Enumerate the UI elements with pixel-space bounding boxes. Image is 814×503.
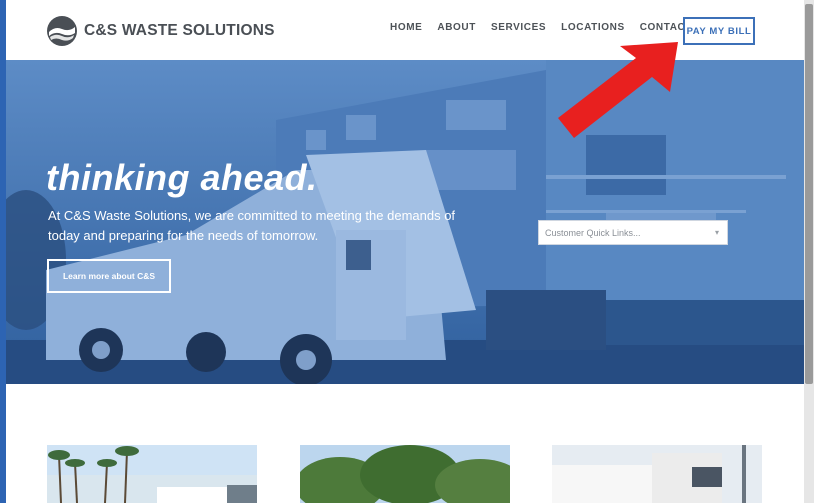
brand-name: C&S WASTE SOLUTIONS — [84, 22, 275, 39]
customer-quick-links-select[interactable]: Customer Quick Links... ▾ — [538, 220, 728, 245]
garbage-truck-photo — [552, 445, 762, 503]
chevron-down-icon: ▾ — [714, 228, 719, 237]
hero-description: At C&S Waste Solutions, we are committed… — [48, 208, 456, 243]
mountain-waves-icon — [47, 16, 77, 46]
hero-title: thinking ahead. — [46, 157, 318, 198]
page-scrollbar[interactable] — [804, 0, 814, 503]
nav-locations[interactable]: LOCATIONS — [561, 22, 625, 33]
learn-more-button[interactable]: Learn more about C&S — [47, 259, 171, 293]
nav-about[interactable]: ABOUT — [437, 22, 476, 33]
nav-services[interactable]: SERVICES — [491, 22, 546, 33]
scrollbar-thumb[interactable] — [805, 4, 813, 384]
card-image-2[interactable] — [300, 445, 510, 503]
card-image-1[interactable] — [47, 445, 257, 503]
card-image-3[interactable] — [552, 445, 762, 503]
quick-links-placeholder: Customer Quick Links... — [545, 227, 641, 238]
red-arrow-annotation — [558, 42, 678, 138]
brand-logo[interactable]: C&S WASTE SOLUTIONS — [46, 15, 275, 47]
main-nav: HOME ABOUT SERVICES LOCATIONS CONTACT — [390, 22, 707, 33]
pay-my-bill-button[interactable]: PAY MY BILL — [683, 17, 755, 45]
nav-home[interactable]: HOME — [390, 22, 422, 33]
trees-photo — [300, 445, 510, 503]
palm-trees-truck-photo — [47, 445, 257, 503]
